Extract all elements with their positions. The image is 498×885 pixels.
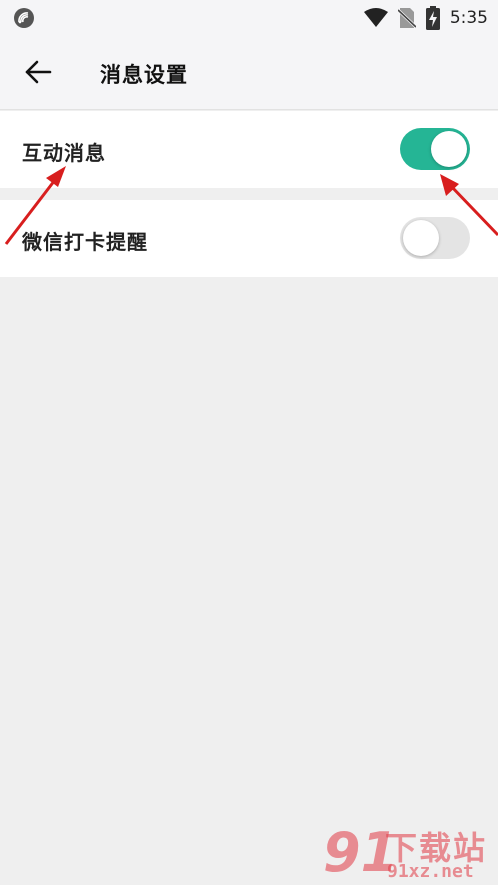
arrow-left-icon[interactable] — [24, 58, 52, 86]
setting-row-interactive-messages[interactable]: 互动消息 — [0, 111, 498, 188]
page-title: 消息设置 — [100, 63, 188, 87]
no-sim-icon — [397, 8, 416, 29]
status-time: 5:35 — [449, 8, 488, 28]
wechat-checkin-reminder-toggle[interactable] — [400, 217, 470, 259]
setting-row-wechat-checkin-reminder[interactable]: 微信打卡提醒 — [0, 200, 498, 277]
app-bar: 消息设置 — [0, 36, 498, 110]
phone-screen: 5:35 消息设置 互动消息 微信打卡提醒 91 下载站 91xz.net — [0, 0, 498, 885]
status-icons: 5:35 — [363, 6, 488, 30]
signal-app-icon — [14, 8, 34, 28]
battery-charging-icon — [425, 6, 440, 30]
wifi-icon — [363, 8, 388, 27]
setting-label: 微信打卡提醒 — [22, 230, 148, 254]
toggle-knob — [403, 220, 439, 256]
watermark: 91 下载站 91xz.net — [323, 823, 498, 885]
toggle-knob — [431, 131, 467, 167]
status-bar: 5:35 — [0, 0, 498, 36]
watermark-url: 91xz.net — [387, 861, 474, 882]
interactive-messages-toggle[interactable] — [400, 128, 470, 170]
setting-label: 互动消息 — [22, 141, 106, 165]
